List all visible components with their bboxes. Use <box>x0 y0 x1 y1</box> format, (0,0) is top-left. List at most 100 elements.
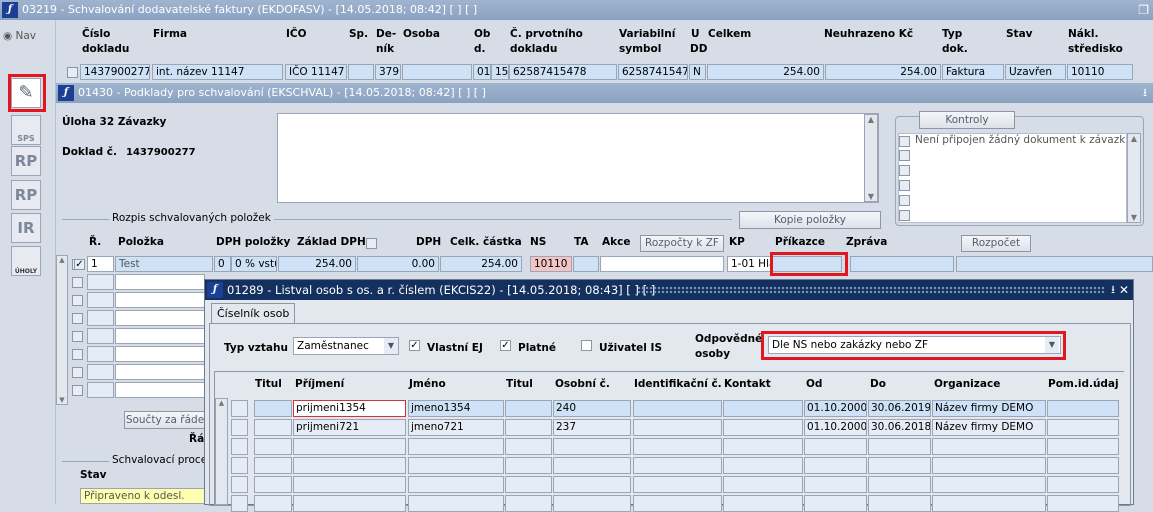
item-empty-polozka-5[interactable] <box>115 328 205 344</box>
main-stredisko-field[interactable]: 10110 <box>1067 64 1133 80</box>
item-dph-polozky-field[interactable]: 0 % vstu <box>231 256 277 272</box>
grid-row-4-select[interactable] <box>231 457 248 474</box>
kontroly-checkbox-6[interactable] <box>899 210 910 221</box>
grid-row-1-titul2[interactable] <box>505 400 552 417</box>
main-ob-field[interactable]: 01 <box>473 64 491 80</box>
item-empty-polozka-2[interactable] <box>115 274 205 290</box>
typ-vztahu-dropdown-icon[interactable]: ▼ <box>384 338 398 354</box>
grid-row-2-pomid[interactable] <box>1047 419 1119 436</box>
item-empty-r-7[interactable] <box>87 364 114 380</box>
item-empty-r-4[interactable] <box>87 310 114 326</box>
item-empty-polozka-6[interactable] <box>115 346 205 362</box>
kontroly-checkbox-2[interactable] <box>899 150 910 161</box>
grid-row-2-osobni[interactable]: 237 <box>553 419 631 436</box>
nav-toggle[interactable]: ◉ Nav <box>3 30 36 42</box>
grid-row-4-j[interactable] <box>932 457 1046 474</box>
grid-row-2-jmeno[interactable]: jmeno721 <box>408 419 504 436</box>
grid-row-4-e[interactable] <box>553 457 631 474</box>
rozpocty-zf-button[interactable]: Rozpočty k ZF <box>640 235 724 252</box>
item-empty-r-2[interactable] <box>87 274 114 290</box>
item-zprava-field[interactable] <box>850 256 954 272</box>
items-scrollbar[interactable]: ▲ ▼ <box>56 255 68 405</box>
item-empty-r-6[interactable] <box>87 346 114 362</box>
grid-row-3-f[interactable] <box>633 438 722 455</box>
dialog-tab-cislenik[interactable]: Číselník osob <box>211 303 296 323</box>
grid-row-3-h[interactable] <box>804 438 867 455</box>
grid-row-2-do[interactable]: 30.06.2018 <box>868 419 931 436</box>
grid-row-5-j[interactable] <box>932 476 1046 493</box>
main-neuhr-field[interactable]: 254.00 <box>825 64 941 80</box>
grid-row-1-select[interactable] <box>231 400 248 417</box>
item-row-checkbox-6[interactable] <box>72 349 83 360</box>
dialog-minimize-icon[interactable]: ⭳ <box>1111 280 1115 300</box>
restore-icon[interactable]: ❐ <box>1138 0 1149 20</box>
kontroly-checkbox-4[interactable] <box>899 180 910 191</box>
grid-row-5-select[interactable] <box>231 476 248 493</box>
item-empty-r-5[interactable] <box>87 328 114 344</box>
grid-row-2-prijmeni[interactable]: prijmeni721 <box>293 419 406 436</box>
main-denik-field[interactable]: 379 <box>375 64 401 80</box>
item-row-checkbox-7[interactable] <box>72 367 83 378</box>
grid-row-2-kontakt[interactable] <box>723 419 803 436</box>
grid-row-2-od[interactable]: 01.10.2000 <box>804 419 867 436</box>
item-zaklad-field[interactable]: 254.00 <box>278 256 356 272</box>
soucty-button[interactable]: Součty za řáde <box>124 411 206 429</box>
minimize-icon[interactable]: ⭳ <box>1143 83 1147 103</box>
note-scrollbar[interactable]: ▲ ▼ <box>864 114 878 202</box>
grid-row-3-select[interactable] <box>231 438 248 455</box>
grid-row-1-organizace[interactable]: Název firmy DEMO <box>932 400 1046 417</box>
grid-row-3-d[interactable] <box>505 438 552 455</box>
grid-row-4-i[interactable] <box>868 457 931 474</box>
grid-row-5-g[interactable] <box>723 476 803 493</box>
grid-row-4-d[interactable] <box>505 457 552 474</box>
grid-row-5-c[interactable] <box>408 476 504 493</box>
rp-button-1[interactable]: RP <box>11 146 41 176</box>
item-empty-polozka-7[interactable] <box>115 364 205 380</box>
grid-scrollbar[interactable]: ▲ <box>215 398 228 505</box>
item-dph-code-field[interactable]: 0 <box>214 256 231 272</box>
grid-row-2-select[interactable] <box>231 419 248 436</box>
item-kp-field[interactable]: 1-01 Hla <box>727 256 771 272</box>
ir-button[interactable]: IR <box>11 213 41 243</box>
item-empty-polozka-4[interactable] <box>115 310 205 326</box>
item-empty-polozka-3[interactable] <box>115 292 205 308</box>
grid-row-2-organizace[interactable]: Název firmy DEMO <box>932 419 1046 436</box>
grid-row-1-do[interactable]: 30.06.2019 <box>868 400 931 417</box>
sps-button[interactable]: SPS <box>11 115 41 145</box>
grid-row-5-k[interactable] <box>1047 476 1119 493</box>
item-celk-field[interactable]: 254.00 <box>440 256 522 272</box>
grid-row-1-od[interactable]: 01.10.2000 <box>804 400 867 417</box>
grid-row-5-a[interactable] <box>254 476 292 493</box>
grid-row-3-a[interactable] <box>254 438 292 455</box>
grid-row-5-f[interactable] <box>633 476 722 493</box>
item-r-field[interactable]: 1 <box>87 256 114 272</box>
main-cislo-field[interactable]: 1437900277 <box>80 64 150 80</box>
item-ns-field[interactable]: 10110 <box>530 256 572 272</box>
kontroly-checkbox-3[interactable] <box>899 165 910 176</box>
item-row-checkbox-5[interactable] <box>72 331 83 342</box>
uzivatel-is-checkbox[interactable] <box>581 340 592 351</box>
grid-row-2-titul2[interactable] <box>505 419 552 436</box>
grid-row-4-k[interactable] <box>1047 457 1119 474</box>
vlastni-ej-checkbox[interactable]: ✓ <box>409 340 420 351</box>
grid-row-1-titul[interactable] <box>254 400 292 417</box>
item-row-checkbox-2[interactable] <box>72 277 83 288</box>
grid-row-2-titul[interactable] <box>254 419 292 436</box>
grid-row-4-g[interactable] <box>723 457 803 474</box>
grid-row-3-k[interactable] <box>1047 438 1119 455</box>
grid-row-1-kontakt[interactable] <box>723 400 803 417</box>
grid-row-5-i[interactable] <box>868 476 931 493</box>
main-u-field[interactable]: N <box>689 64 706 80</box>
main-row-checkbox[interactable] <box>67 67 78 78</box>
grid-row-1-pomid[interactable] <box>1047 400 1119 417</box>
main-var-field[interactable]: 6258741547 <box>618 64 688 80</box>
main-firma-field[interactable]: int. název 11147 <box>152 64 283 80</box>
item-row-checkbox-3[interactable] <box>72 295 83 306</box>
main-celkem-field[interactable]: 254.00 <box>707 64 824 80</box>
grid-row-3-b[interactable] <box>293 438 406 455</box>
stav-field[interactable]: Připraveno k odesl. <box>80 488 206 504</box>
grid-row-3-j[interactable] <box>932 438 1046 455</box>
kopie-polozky-button[interactable]: Kopie položky <box>739 211 881 229</box>
grid-row-4-a[interactable] <box>254 457 292 474</box>
item-ta-field[interactable] <box>573 256 599 272</box>
